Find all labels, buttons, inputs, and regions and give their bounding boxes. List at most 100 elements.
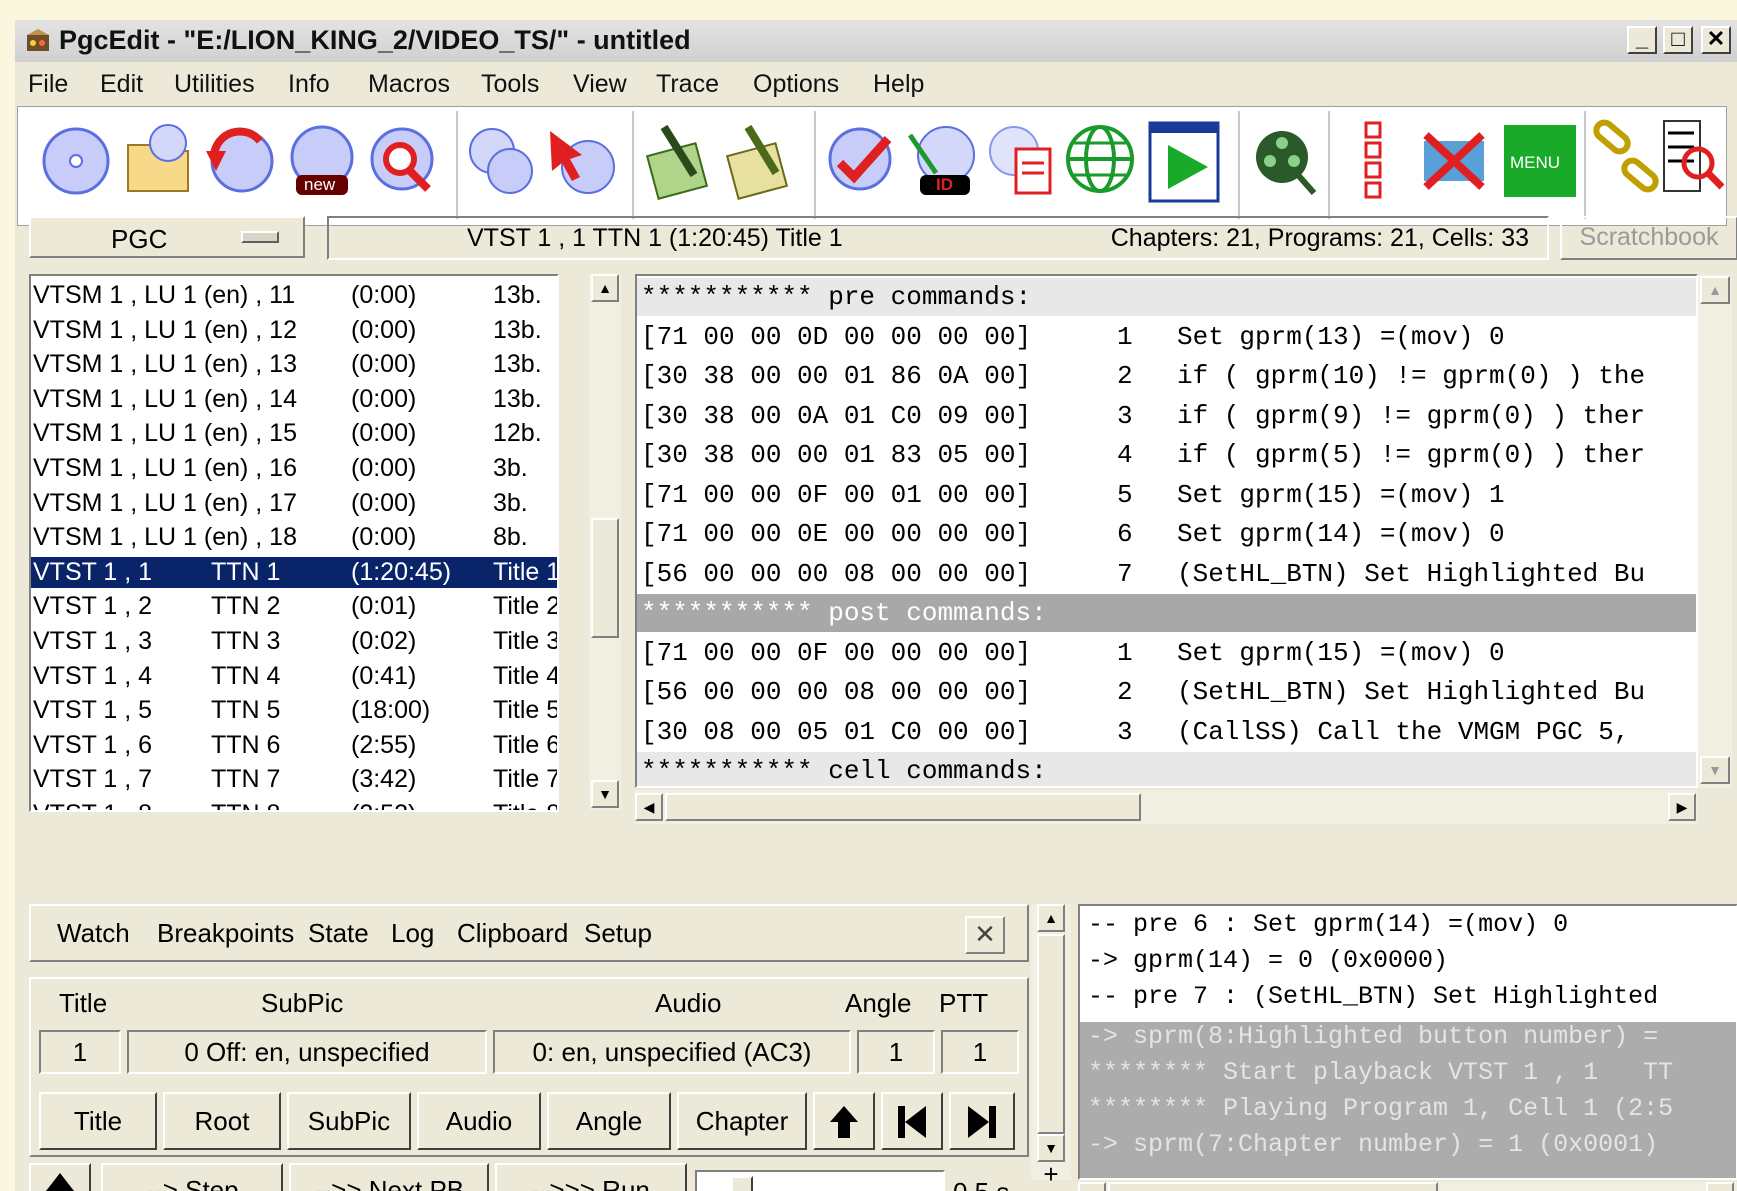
preview-play-icon[interactable] <box>1148 115 1220 205</box>
pgc-list-item[interactable]: VTSM 1 , LU 1 (en) , 18 (0:00) 8b. <box>31 522 557 553</box>
checklist-icon[interactable] <box>1340 115 1412 205</box>
pgc-list-scrollbar[interactable]: ▲ ▼ <box>589 274 621 810</box>
menu-file[interactable]: File <box>28 70 68 99</box>
minimize-button[interactable]: _ <box>1627 26 1657 54</box>
command-row[interactable]: [71 00 00 0F 00 00 00 00] 1 Set gprm(15) =… <box>637 634 1696 672</box>
tab-watch[interactable]: Watch <box>57 918 130 949</box>
command-panel[interactable]: *********** pre commands: [71 00 00 0D 00… <box>635 274 1698 788</box>
pgc-list-item[interactable]: VTSM 1 , LU 1 (en) , 14 (0:00) 13b. <box>31 384 557 415</box>
open-folder-icon[interactable] <box>122 115 194 205</box>
chain-link-icon[interactable] <box>1592 115 1664 205</box>
command-row[interactable]: [56 00 00 00 08 00 00 00] 2 (SetHL_BTN) Se… <box>637 673 1696 711</box>
pgc-list-item[interactable]: VTSM 1 , LU 1 (en) , 17 (0:00) 3b. <box>31 488 557 519</box>
menu-tools[interactable]: Tools <box>481 70 539 99</box>
command-row[interactable]: [30 38 00 0A 01 C0 09 00] 3 if ( gprm(9) !… <box>637 397 1696 435</box>
menu-edit[interactable]: Edit <box>100 70 143 99</box>
scroll-down-arrow-icon[interactable]: ▼ <box>1700 756 1730 784</box>
log-hscroll-thumb[interactable] <box>1108 1182 1438 1191</box>
pgc-list-item[interactable]: VTSM 1 , LU 1 (en) , 11 (0:00) 13b. <box>31 280 557 311</box>
log-hscroll[interactable]: ◀ ▶ <box>1078 1182 1737 1191</box>
command-row[interactable]: [30 38 00 00 01 86 0A 00] 2 if ( gprm(10) … <box>637 357 1696 395</box>
close-button[interactable]: ✕ <box>1701 26 1731 54</box>
chapter-menu-button[interactable]: Chapter <box>677 1092 807 1150</box>
pgc-list-item[interactable]: VTST 1 , 1 TTN 1 (1:20:45) Title 1 <box>31 556 557 588</box>
delete-film-icon[interactable] <box>1418 115 1490 205</box>
scroll-left-arrow-icon[interactable]: ◀ <box>635 793 663 821</box>
command-row[interactable]: [30 38 00 00 01 83 05 00] 4 if ( gprm(5) !… <box>637 436 1696 474</box>
pgc-list-item[interactable]: VTSM 1 , LU 1 (en) , 16 (0:00) 3b. <box>31 453 557 484</box>
splitter-thumb[interactable] <box>1037 934 1065 1134</box>
menu-macros[interactable]: Macros <box>368 70 450 99</box>
pgc-selector[interactable]: PGC <box>29 216 305 258</box>
go-up-button[interactable] <box>813 1092 875 1150</box>
pgc-list-item[interactable]: VTST 1 , 3 TTN 3 (0:02) Title 3 <box>31 626 557 657</box>
delay-slider-thumb[interactable] <box>731 1176 753 1191</box>
scroll-up-arrow-icon[interactable]: ▲ <box>1037 904 1065 932</box>
pgc-list-item[interactable]: VTSM 1 , LU 1 (en) , 13 (0:00) 13b. <box>31 349 557 380</box>
menu-help[interactable]: Help <box>873 70 924 99</box>
command-row[interactable]: [71 00 00 0F 00 01 00 00] 5 Set gprm(15) =… <box>637 476 1696 514</box>
command-row[interactable]: [30 08 00 05 01 C0 00 00] 3 (CallSS) Call … <box>637 713 1696 751</box>
run-button[interactable]: -->>> Run <box>495 1163 687 1191</box>
command-panel-hscroll-thumb[interactable] <box>665 793 1141 821</box>
scroll-down-arrow-icon[interactable]: ▼ <box>1037 1134 1065 1162</box>
trace-log[interactable]: -- pre 6 : Set gprm(14) =(mov) 0 -> gprm… <box>1078 904 1737 1180</box>
menu-icon[interactable]: MENU <box>1504 115 1576 205</box>
tab-log[interactable]: Log <box>391 918 434 949</box>
pgc-list-item[interactable]: VTSM 1 , LU 1 (en) , 15 (0:00) 12b. <box>31 418 557 449</box>
title-bar[interactable]: PgcEdit - "E:/LION_KING_2/VIDEO_TS/" - u… <box>15 20 1737 62</box>
next-pb-button[interactable]: -->> Next PB <box>289 1163 489 1191</box>
pgc-list-item[interactable]: VTSM 1 , LU 1 (en) , 12 (0:00) 13b. <box>31 315 557 346</box>
command-panel-vscroll[interactable]: ▲ ▼ <box>1698 274 1732 788</box>
menu-info[interactable]: Info <box>288 70 330 99</box>
menu-trace[interactable]: Trace <box>656 70 719 99</box>
menu-options[interactable]: Options <box>753 70 839 99</box>
scroll-left-arrow-icon[interactable]: ◀ <box>1078 1182 1106 1191</box>
number-search-icon[interactable] <box>1658 115 1730 205</box>
pgc-list[interactable]: VTSM 1 , LU 1 (en) , 11 (0:00) 13b. VTSM 1 … <box>29 274 559 812</box>
tab-breakpoints[interactable]: Breakpoints <box>157 918 294 949</box>
delay-slider[interactable] <box>695 1170 945 1191</box>
audio-menu-button[interactable]: Audio <box>417 1092 541 1150</box>
pgc-list-item[interactable]: VTST 1 , 8 TTN 8 (2:52) Title 8 <box>31 799 557 810</box>
delay-plus-button[interactable]: + <box>1037 1161 1065 1187</box>
scroll-right-arrow-icon[interactable]: ▶ <box>1706 1182 1734 1191</box>
tab-state[interactable]: State <box>308 918 369 949</box>
scroll-right-arrow-icon[interactable]: ▶ <box>1668 793 1696 821</box>
search-dvd-icon[interactable] <box>366 115 438 205</box>
write-disk-icon[interactable] <box>644 115 716 205</box>
next-button[interactable] <box>949 1092 1015 1150</box>
subpic-menu-button[interactable]: SubPic <box>287 1092 411 1150</box>
clipboard-icon[interactable] <box>986 115 1058 205</box>
pgc-list-item[interactable]: VTST 1 , 5 TTN 5 (18:00) Title 5 <box>31 695 557 726</box>
tab-clipboard[interactable]: Clipboard <box>457 918 568 949</box>
previous-button[interactable] <box>881 1092 943 1150</box>
scroll-up-arrow-icon[interactable]: ▲ <box>591 274 619 302</box>
menu-utilities[interactable]: Utilities <box>174 70 255 99</box>
select-dvd-icon[interactable] <box>544 115 616 205</box>
check-dvd-icon[interactable] <box>824 115 896 205</box>
tab-setup[interactable]: Setup <box>584 918 652 949</box>
dvd-id-icon[interactable]: ID <box>906 115 978 205</box>
menu-view[interactable]: View <box>573 70 627 99</box>
angle-menu-button[interactable]: Angle <box>547 1092 671 1150</box>
pgc-list-item[interactable]: VTST 1 , 6 TTN 6 (2:55) Title 6 <box>31 730 557 761</box>
root-menu-button[interactable]: Root <box>163 1092 281 1150</box>
scroll-up-arrow-icon[interactable]: ▲ <box>1700 276 1730 304</box>
globe-icon[interactable] <box>1064 115 1136 205</box>
pgc-list-item[interactable]: VTST 1 , 4 TTN 4 (0:41) Title 4 <box>31 661 557 692</box>
maximize-button[interactable]: □ <box>1663 26 1693 54</box>
reopen-dvd-icon[interactable] <box>204 115 276 205</box>
eject-button[interactable] <box>29 1163 91 1191</box>
pgc-list-item[interactable]: VTST 1 , 2 TTN 2 (0:01) Title 2 <box>31 591 557 622</box>
pgc-list-item[interactable]: VTST 1 , 7 TTN 7 (3:42) Title 7 <box>31 764 557 795</box>
command-row[interactable]: [56 00 00 00 08 00 00 00] 7 (SetHL_BTN) Se… <box>637 555 1696 593</box>
copy-dvd-icon[interactable] <box>464 115 536 205</box>
film-reel-icon[interactable] <box>1248 115 1320 205</box>
command-row[interactable]: [71 00 00 0D 00 00 00 00] 1 Set gprm(13) =… <box>637 318 1696 356</box>
close-trace-panel-button[interactable]: ✕ <box>965 916 1005 954</box>
command-panel-hscroll[interactable]: ◀ ▶ <box>635 790 1698 824</box>
save-as-icon[interactable] <box>724 115 796 205</box>
scroll-down-arrow-icon[interactable]: ▼ <box>591 780 619 808</box>
title-menu-button[interactable]: Title <box>39 1092 157 1150</box>
